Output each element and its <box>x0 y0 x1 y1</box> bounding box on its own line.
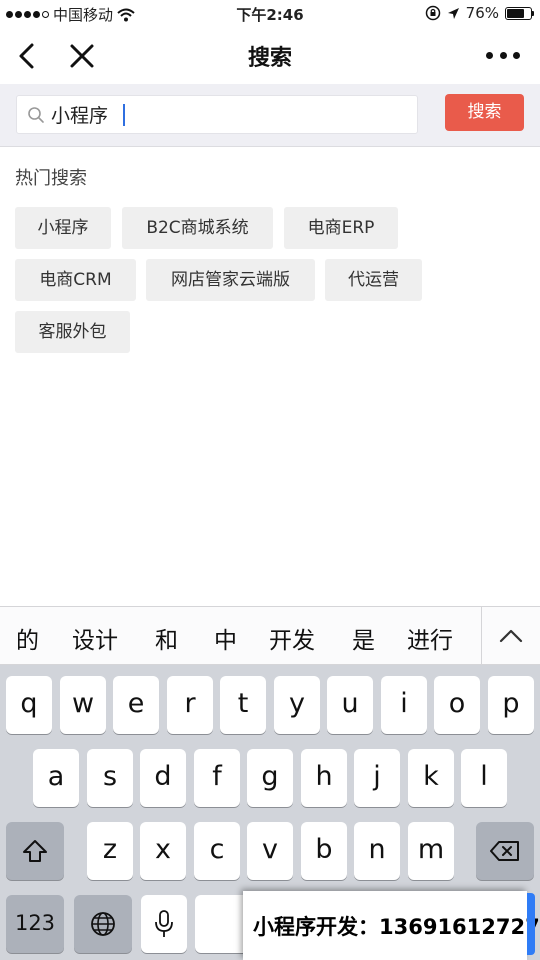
text-cursor <box>123 104 125 126</box>
battery-percent: 76% <box>465 4 499 22</box>
chevron-up-icon[interactable] <box>496 623 526 649</box>
status-bar: 中国移动 下午2:46 76% <box>0 0 540 28</box>
hot-search-tag[interactable]: 代运营 <box>325 259 422 301</box>
globe-icon <box>91 912 115 936</box>
search-box[interactable] <box>16 95 418 134</box>
search-input[interactable] <box>51 96 411 133</box>
ime-candidate-bar: 的 设计 和 中 开发 是 进行 <box>0 606 540 665</box>
key[interactable]: f <box>194 749 240 807</box>
key[interactable]: j <box>354 749 400 807</box>
search-bar: 搜索 <box>0 84 540 147</box>
key[interactable]: m <box>408 822 454 880</box>
hot-search-tag[interactable]: 网店管家云端版 <box>146 259 315 301</box>
orientation-lock-icon <box>425 5 440 21</box>
hot-search-tag[interactable]: 电商ERP <box>284 207 398 249</box>
microphone-key[interactable] <box>141 895 187 953</box>
backspace-icon <box>490 841 519 861</box>
hot-search-tag[interactable]: 客服外包 <box>15 311 130 353</box>
nav-bar: 搜索 <box>0 28 540 84</box>
backspace-key[interactable] <box>476 822 534 880</box>
candidate-word[interactable]: 中 <box>214 621 237 655</box>
key[interactable]: d <box>140 749 186 807</box>
promo-overlay: 小程序开发：13691612727 <box>243 891 540 960</box>
hot-search-tag[interactable]: B2C商城系统 <box>122 207 273 249</box>
key[interactable]: u <box>327 676 373 734</box>
hot-search-tag[interactable]: 电商CRM <box>15 259 136 301</box>
shift-icon <box>23 840 47 862</box>
page-title: 搜索 <box>247 46 292 71</box>
hot-search-title: 热门搜索 <box>15 168 87 189</box>
candidate-word[interactable]: 进行 <box>407 621 453 655</box>
key[interactable]: q <box>6 676 52 734</box>
candidate-divider <box>481 607 482 665</box>
hot-search-tag[interactable]: 小程序 <box>15 207 111 249</box>
key[interactable]: s <box>87 749 133 807</box>
search-key-edge[interactable] <box>527 893 535 955</box>
battery-level <box>507 8 525 18</box>
search-icon <box>28 107 44 123</box>
candidate-word[interactable]: 的 <box>16 621 39 655</box>
promo-text: 小程序开发：13691612727 <box>253 915 540 939</box>
key[interactable]: g <box>247 749 293 807</box>
candidate-word[interactable]: 设计 <box>72 621 118 655</box>
key[interactable]: p <box>488 676 534 734</box>
shift-key[interactable] <box>6 822 64 880</box>
microphone-icon <box>155 910 173 937</box>
key[interactable]: z <box>87 822 133 880</box>
candidate-word[interactable]: 和 <box>155 621 178 655</box>
key[interactable]: v <box>247 822 293 880</box>
battery-icon <box>505 6 534 20</box>
candidate-word[interactable]: 是 <box>352 621 375 655</box>
key[interactable]: c <box>194 822 240 880</box>
more-icon[interactable] <box>486 45 520 65</box>
key[interactable]: n <box>354 822 400 880</box>
key[interactable]: h <box>301 749 347 807</box>
candidate-word[interactable]: 开发 <box>269 621 315 655</box>
location-icon <box>447 7 459 19</box>
key[interactable]: y <box>274 676 320 734</box>
key[interactable]: k <box>408 749 454 807</box>
key[interactable]: x <box>140 822 186 880</box>
numbers-key[interactable]: 123 <box>6 895 64 953</box>
key[interactable]: a <box>33 749 79 807</box>
key[interactable]: l <box>461 749 507 807</box>
search-button[interactable]: 搜索 <box>445 94 524 131</box>
key[interactable]: b <box>301 822 347 880</box>
key[interactable]: o <box>434 676 480 734</box>
globe-key[interactable] <box>74 895 132 953</box>
key[interactable]: t <box>220 676 266 734</box>
key[interactable]: i <box>381 676 427 734</box>
key[interactable]: e <box>113 676 159 734</box>
key[interactable]: w <box>60 676 106 734</box>
status-right: 76% <box>425 4 534 22</box>
key[interactable]: r <box>167 676 213 734</box>
